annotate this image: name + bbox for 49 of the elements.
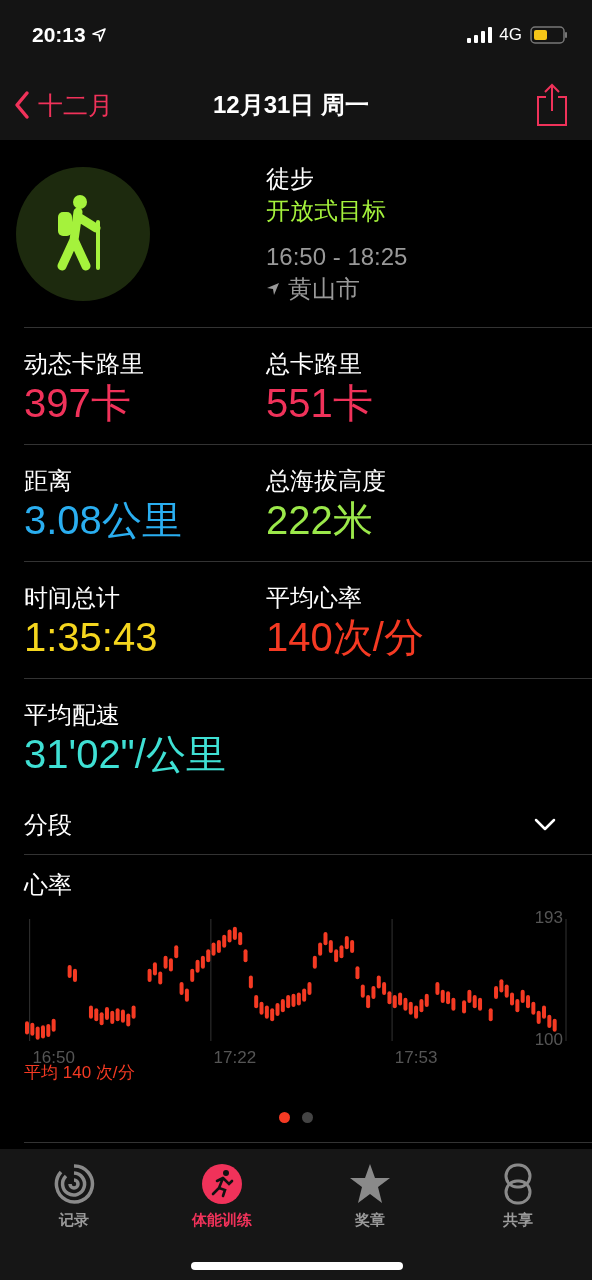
metric-label: 总卡路里 xyxy=(266,349,363,379)
metric-value: 222米 xyxy=(266,497,374,543)
metric-value: 551卡 xyxy=(266,380,374,426)
workout-location: 黄山市 xyxy=(288,273,360,304)
metric-value: 3.08公里 xyxy=(24,497,183,543)
heart-rate-mark xyxy=(355,966,360,980)
heart-rate-mark xyxy=(248,975,253,989)
back-button[interactable]: 十二月 xyxy=(14,88,113,122)
workout-time-range: 16:50 - 18:25 xyxy=(266,241,408,272)
x-tick-label: 17:53 xyxy=(394,1048,438,1067)
x-tick-label: 17:22 xyxy=(213,1048,257,1067)
nav-title: 12月31日 周一 xyxy=(212,90,370,120)
metric-value: 31'02"/公里 xyxy=(24,731,227,777)
back-chevron-icon xyxy=(14,90,30,120)
splits-row[interactable]: 分段 xyxy=(24,796,592,855)
tab-item[interactable]: 共享 xyxy=(458,1163,578,1230)
average-heart-rate: 平均 140 次/分 xyxy=(24,1063,136,1084)
rings-icon xyxy=(53,1163,95,1205)
network-label: 4G xyxy=(499,25,522,45)
workout-goal: 开放式目标 xyxy=(266,195,387,226)
metric-label: 动态卡路里 xyxy=(24,349,145,379)
tab-item[interactable]: 体能训练 xyxy=(162,1163,282,1230)
metric-value: 140次/分 xyxy=(266,614,425,660)
metric-label: 平均心率 xyxy=(266,583,363,613)
metric-label: 总海拔高度 xyxy=(266,466,387,496)
status-time: 20:13 xyxy=(32,23,86,47)
chart-title: 心率 xyxy=(24,870,73,900)
battery-icon xyxy=(530,26,568,44)
workout-name: 徒步 xyxy=(266,163,315,194)
metric-label: 距离 xyxy=(24,466,73,496)
chevron-down-icon xyxy=(534,818,556,832)
star-icon xyxy=(349,1163,391,1205)
tab-item[interactable]: 记录 xyxy=(14,1163,134,1230)
share-icon[interactable] xyxy=(536,83,568,127)
signal-icon xyxy=(467,27,494,43)
page-dot[interactable] xyxy=(302,1112,313,1123)
metric-label: 时间总计 xyxy=(24,583,121,613)
metric-label: 平均配速 xyxy=(24,700,121,730)
tab-item[interactable]: 奖章 xyxy=(310,1163,430,1230)
heart-rate-mark xyxy=(488,1008,493,1022)
location-arrow-icon xyxy=(266,281,280,296)
page-dot[interactable] xyxy=(279,1112,290,1123)
location-icon xyxy=(91,28,106,42)
metric-value: 397卡 xyxy=(24,380,132,426)
heart-rate-mark xyxy=(243,949,248,963)
metric-value: 1:35:43 xyxy=(24,614,159,660)
y-tick-label: 193 xyxy=(534,908,563,928)
runner-icon xyxy=(201,1163,243,1205)
y-tick-label: 100 xyxy=(534,1030,563,1050)
